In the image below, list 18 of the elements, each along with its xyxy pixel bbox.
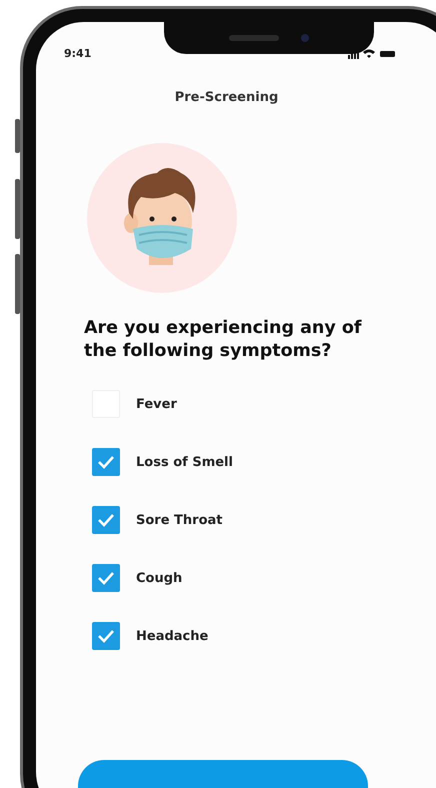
symptom-label: Headache [136,628,208,644]
checkmark-icon [97,513,115,528]
checkmark-icon [97,629,115,644]
checkbox[interactable] [92,622,120,650]
checkbox[interactable] [92,506,120,534]
symptom-label: Loss of Smell [136,454,233,470]
speaker-icon [229,35,279,41]
status-time: 9:41 [64,47,92,60]
symptom-label: Sore Throat [136,512,222,528]
checkbox[interactable] [92,448,120,476]
symptom-label: Fever [136,396,177,412]
screen-title: Pre-Screening [174,90,280,105]
camera-icon [301,34,309,42]
checkmark-icon [97,455,115,470]
symptom-label: Cough [136,570,182,586]
checkbox[interactable] [92,564,120,592]
question-text: Are you experiencing any of the following symptoms? [84,316,363,364]
checkmark-icon [97,571,115,586]
